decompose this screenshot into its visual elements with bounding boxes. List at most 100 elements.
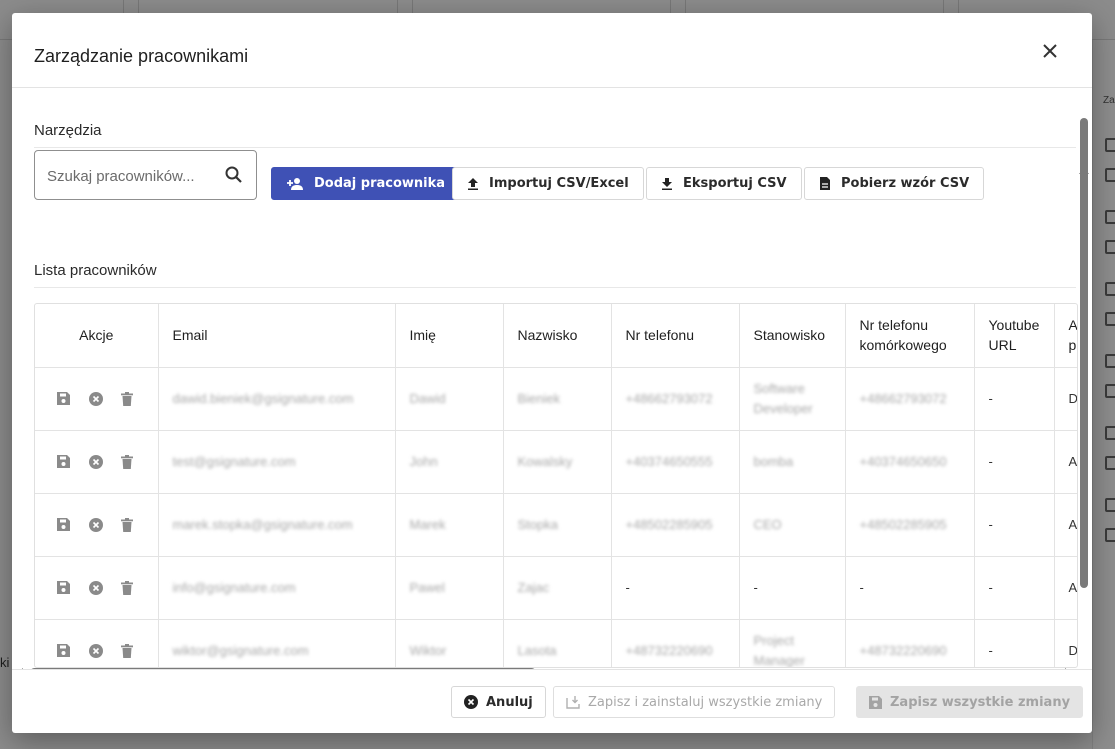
actions-cell [35,367,159,431]
youtube-cell[interactable]: - [974,619,1055,667]
employee-table: Akcje Email Imię Nazwisko Nr telefonu St… [35,304,1077,667]
delete-row-icon[interactable] [121,391,135,406]
import-csv-label: Importuj CSV/Excel [489,176,629,191]
add-employee-button[interactable]: Dodaj pracownika [271,167,461,200]
discard-row-icon[interactable] [89,517,104,532]
last-name-cell[interactable]: Bieniek [503,367,612,431]
position-cell[interactable]: bomba [739,430,846,494]
discard-row-icon[interactable] [89,391,104,406]
discard-row-icon[interactable] [89,580,104,595]
discard-row-icon[interactable] [89,454,104,469]
save-and-install-label: Zapisz i zainstaluj wszystkie zmiany [588,694,823,710]
column-header-mobile: Nr telefonu komórkowego [845,304,975,368]
youtube-cell[interactable]: - [974,556,1055,620]
table-header-row: Akcje Email Imię Nazwisko Nr telefonu St… [35,304,1077,368]
youtube-cell[interactable]: - [974,430,1055,494]
mobile-cell[interactable]: +48732220690 [845,619,975,667]
row-actions [49,517,144,532]
employee-table-container[interactable]: Akcje Email Imię Nazwisko Nr telefonu St… [34,303,1078,668]
email-cell[interactable]: info@gsignature.com [158,556,396,620]
delete-row-icon[interactable] [121,643,135,658]
email-cell[interactable]: wiktor@gsignature.com [158,619,396,667]
truncated-cell[interactable]: A lo [1054,493,1077,557]
table-row[interactable]: test@gsignature.com John Kowalsky +40374650… [35,430,1077,494]
save-all-button[interactable]: Zapisz wszystkie zmiany [856,686,1084,718]
truncated-cell[interactable]: A W [1054,430,1077,494]
search-field[interactable] [34,150,257,200]
save-row-icon[interactable] [57,391,71,406]
download-icon [662,178,672,190]
column-header-position: Stanowisko [739,304,846,368]
delete-row-icon[interactable] [121,454,135,469]
phone-cell[interactable]: - [611,556,740,620]
cancel-button[interactable]: Anuluj [451,686,546,718]
column-header-truncated: A pr [1054,304,1077,368]
first-name-cell[interactable]: John [395,430,504,494]
truncated-cell[interactable]: D ac [1054,619,1077,667]
truncated-cell[interactable]: A W [1054,556,1077,620]
last-name-cell[interactable]: Kowalsky [503,430,612,494]
mobile-cell[interactable]: +48502285905 [845,493,975,557]
last-name-cell[interactable]: Lasota [503,619,612,667]
search-input[interactable] [47,165,217,187]
table-row[interactable]: dawid.bieniek@gsignature.com Dawid Bieniek… [35,367,1077,431]
position-cell[interactable]: - [739,556,846,620]
save-row-icon[interactable] [57,580,71,595]
divider [34,147,1076,148]
email-cell[interactable]: dawid.bieniek@gsignature.com [158,367,396,431]
discard-row-icon[interactable] [89,643,104,658]
first-name-cell[interactable]: Pawel [395,556,504,620]
position-cell[interactable]: Project Manager [739,619,846,667]
install-icon [566,696,580,709]
save-row-icon[interactable] [57,517,71,532]
youtube-cell[interactable]: - [974,367,1055,431]
email-cell[interactable]: marek.stopka@gsignature.com [158,493,396,557]
export-csv-button[interactable]: Eksportuj CSV [646,167,802,200]
save-row-icon[interactable] [57,643,71,658]
search-icon[interactable] [224,165,244,185]
first-name-cell[interactable]: Dawid [395,367,504,431]
close-button[interactable] [1038,39,1062,63]
delete-row-icon[interactable] [121,517,135,532]
mobile-cell[interactable]: - [845,556,975,620]
save-and-install-button[interactable]: Zapisz i zainstaluj wszystkie zmiany [553,686,836,718]
column-header-first-name: Imię [395,304,504,368]
position-cell[interactable]: Software Developer [739,367,846,431]
email-cell[interactable]: test@gsignature.com [158,430,396,494]
vertical-scrollbar-thumb[interactable] [1080,118,1088,588]
dialog-title: Zarządzanie pracownikami [34,46,249,66]
mobile-cell[interactable]: +40374650650 [845,430,975,494]
phone-cell[interactable]: +48662793072 [611,367,740,431]
document-icon [820,177,830,190]
actions-cell [35,493,159,557]
column-header-last-name: Nazwisko [503,304,612,368]
phone-cell[interactable]: +48502285905 [611,493,740,557]
table-row[interactable]: info@gsignature.comPawelZajac----A W [35,556,1077,620]
actions-cell [35,430,159,494]
truncated-cell[interactable]: D ac [1054,367,1077,431]
table-row[interactable]: wiktor@gsignature.com Wiktor Lasota +487322… [35,619,1077,667]
upload-icon [468,178,478,190]
first-name-cell[interactable]: Marek [395,493,504,557]
dialog-body[interactable]: Narzędzia Dodaj pracownika Importuj CSV/… [12,89,1092,669]
add-person-icon [287,177,303,190]
save-all-label: Zapisz wszystkie zmiany [890,694,1071,710]
add-employee-label: Dodaj pracownika [314,176,446,191]
table-row[interactable]: marek.stopka@gsignature.com Marek Stopka +4… [35,493,1077,557]
delete-row-icon[interactable] [121,580,135,595]
phone-cell[interactable]: +40374650555 [611,430,740,494]
mobile-cell[interactable]: +48662793072 [845,367,975,431]
dialog-footer: Anuluj Zapisz i zainstaluj wszystkie zmi… [12,669,1092,733]
last-name-cell[interactable]: Stopka [503,493,612,557]
youtube-cell[interactable]: - [974,493,1055,557]
import-csv-button[interactable]: Importuj CSV/Excel [452,167,644,200]
cancel-icon [464,695,478,709]
position-cell[interactable]: CEO [739,493,846,557]
download-template-button[interactable]: Pobierz wzór CSV [804,167,985,200]
column-header-youtube: Youtube URL [974,304,1055,368]
first-name-cell[interactable]: Wiktor [395,619,504,667]
last-name-cell[interactable]: Zajac [503,556,612,620]
phone-cell[interactable]: +48732220690 [611,619,740,667]
save-row-icon[interactable] [57,454,71,469]
download-template-label: Pobierz wzór CSV [841,176,970,191]
